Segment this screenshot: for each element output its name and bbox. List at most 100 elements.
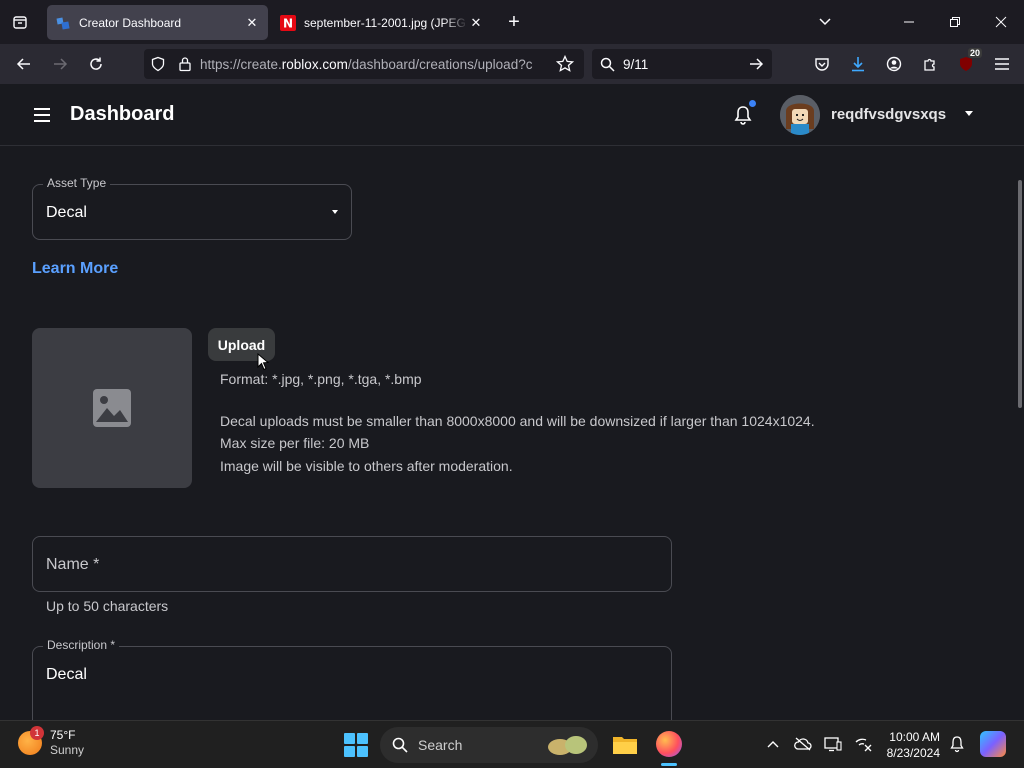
menu-button[interactable] [988, 50, 1016, 78]
chevron-up-icon [767, 741, 779, 748]
onedrive-button[interactable] [794, 735, 812, 753]
chevron-down-icon [819, 18, 831, 26]
close-tab-icon[interactable]: ✕ [244, 15, 260, 31]
notification-bell-icon[interactable] [732, 104, 754, 126]
restore-icon [950, 17, 960, 27]
weather-widget[interactable]: 1 75°F Sunny [18, 726, 85, 758]
tab-september-jpeg[interactable]: N september-11-2001.jpg (JPEG Im ✕ [272, 5, 492, 40]
caret-down-icon [332, 210, 338, 214]
format-info: Format: *.jpg, *.png, *.tga, *.bmp [220, 371, 422, 387]
moderation-info: Image will be visible to others after mo… [220, 458, 513, 474]
name-input[interactable]: Name * [32, 536, 672, 592]
active-app-indicator [661, 763, 677, 766]
description-label: Description * [43, 638, 120, 652]
file-explorer-icon[interactable] [612, 733, 638, 755]
ublock-extension-button[interactable]: 20 [952, 48, 982, 78]
page-scrollbar[interactable] [1018, 180, 1022, 408]
system-tray [764, 735, 872, 753]
url-bar[interactable]: https://create.roblox.com/dashboard/crea… [144, 49, 584, 79]
show-hidden-icons-button[interactable] [764, 735, 782, 753]
asset-type-label: Asset Type [43, 176, 111, 190]
new-tab-button[interactable]: + [500, 8, 528, 36]
downloads-button[interactable] [844, 50, 872, 78]
display-button[interactable] [824, 735, 842, 753]
mouse-cursor-icon [257, 353, 269, 371]
taskbar-clock[interactable]: 10:00 AM 8/23/2024 [880, 729, 940, 761]
lock-icon [179, 57, 191, 72]
avatar[interactable] [780, 95, 820, 135]
extensions-button[interactable] [916, 50, 944, 78]
network-icon [855, 738, 872, 752]
tab-creator-dashboard[interactable]: Creator Dashboard ✕ [47, 5, 268, 40]
nav-menu-icon[interactable] [32, 106, 52, 124]
weather-condition: Sunny [50, 743, 85, 757]
reload-icon [90, 57, 102, 70]
max-size-info: Max size per file: 20 MB [220, 435, 370, 451]
weather-temp: 75°F [50, 728, 76, 742]
forward-button[interactable] [46, 50, 74, 78]
reload-button[interactable] [82, 50, 110, 78]
cloud-offline-icon [794, 737, 812, 751]
copilot-icon[interactable] [980, 731, 1006, 757]
back-button[interactable] [10, 50, 38, 78]
clock-time: 10:00 AM [889, 730, 940, 744]
search-icon [392, 737, 408, 753]
asset-type-select[interactable]: Asset Type Decal [32, 176, 352, 240]
username[interactable]: reqdfvsdgvsxqs [831, 106, 946, 123]
caret-down-icon[interactable] [964, 110, 974, 118]
restore-button[interactable] [932, 0, 978, 44]
account-icon [886, 56, 902, 72]
arrow-left-icon [16, 58, 30, 70]
weather-badge: 1 [30, 726, 44, 740]
firefox-taskbar-icon[interactable] [656, 731, 682, 757]
name-helper-text: Up to 50 characters [46, 598, 169, 614]
firefox-view-button[interactable] [0, 0, 40, 44]
tab-title: september-11-2001.jpg (JPEG Im [304, 15, 468, 30]
list-all-tabs-button[interactable] [811, 8, 839, 36]
description-value: Decal [46, 666, 87, 683]
taskbar-search[interactable]: Search [380, 727, 598, 763]
windows-logo-pane [357, 733, 368, 744]
close-icon [995, 16, 1007, 28]
shield-icon [151, 56, 165, 72]
extension-badge: 20 [967, 48, 982, 58]
tab-title: Creator Dashboard [79, 15, 182, 30]
hamburger-menu-icon [995, 58, 1009, 70]
upload-form: Asset Type Decal Learn More Upload Forma… [0, 146, 1024, 720]
windows-taskbar: 1 75°F Sunny Search 10:00 AM 8/23/2024 [0, 720, 1024, 768]
image-preview-placeholder [32, 328, 192, 488]
star-icon[interactable] [556, 55, 574, 73]
windows-logo-pane [357, 746, 368, 757]
firefox-view-icon [13, 16, 27, 29]
find-search-bar[interactable]: 9/11 [592, 49, 772, 79]
start-button[interactable] [344, 733, 368, 757]
puzzle-icon [924, 58, 935, 71]
display-icon [824, 737, 842, 752]
account-button[interactable] [880, 50, 908, 78]
browser-tab-strip: Creator Dashboard ✕ N september-11-2001.… [0, 0, 1024, 44]
dashboard-header: Dashboard reqdfvsdgvsxqs [0, 84, 1024, 146]
go-arrow-icon[interactable] [748, 56, 764, 72]
close-tab-icon[interactable]: ✕ [468, 15, 484, 31]
windows-logo-pane [344, 733, 355, 744]
close-window-button[interactable] [978, 0, 1024, 44]
page-title: Dashboard [70, 103, 175, 125]
description-input[interactable]: Description * Decal [32, 638, 672, 720]
sun-icon: 1 [18, 726, 44, 755]
pocket-button[interactable] [808, 50, 836, 78]
name-placeholder: Name * [46, 556, 100, 573]
clock-date: 8/23/2024 [886, 746, 940, 760]
n-favicon-icon: N [280, 14, 296, 31]
search-icon [600, 57, 615, 72]
learn-more-link[interactable]: Learn More [32, 260, 118, 278]
minimize-button[interactable] [886, 0, 932, 44]
asset-type-value: Decal [46, 204, 87, 221]
search-highlight-art-icon [548, 736, 587, 755]
arrow-right-icon [54, 58, 68, 70]
download-icon [852, 57, 864, 72]
search-value: 9/11 [623, 56, 649, 72]
notification-bell-icon[interactable] [948, 735, 966, 753]
network-button[interactable] [854, 735, 872, 753]
pocket-icon [815, 58, 829, 71]
minimize-icon [904, 21, 914, 23]
